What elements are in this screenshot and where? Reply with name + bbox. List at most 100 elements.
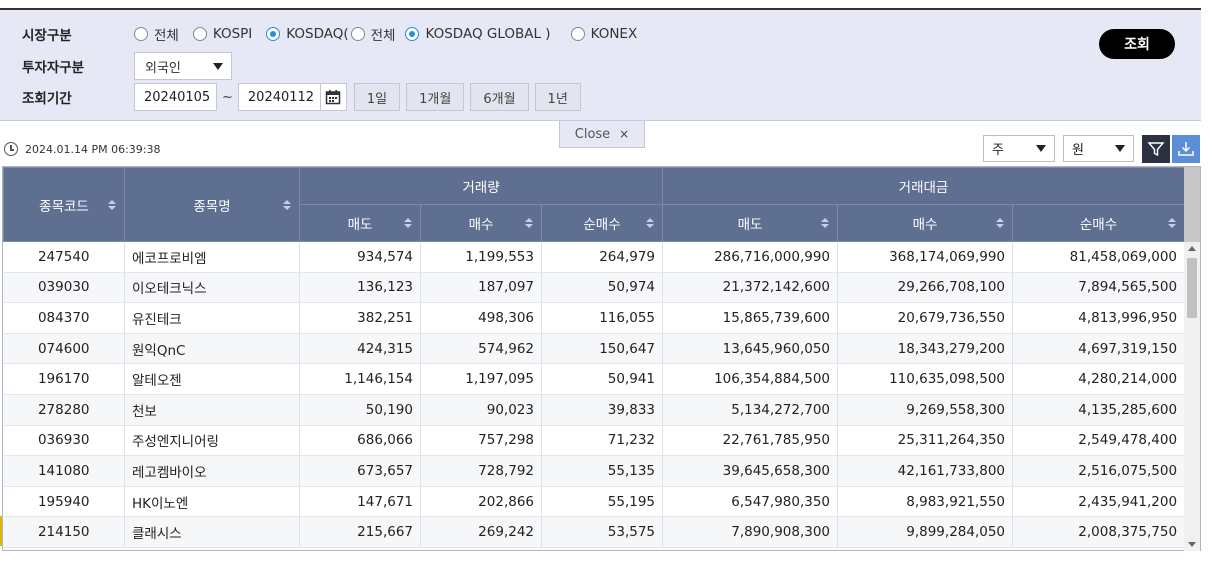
header-vol-buy-label: 매수: [468, 217, 494, 233]
header-vol-sell[interactable]: 매도: [299, 204, 421, 242]
cell-vol-sell: 686,066: [299, 425, 421, 457]
radio-kosdaq-global[interactable]: KOSDAQ GLOBAL ): [405, 26, 551, 42]
timestamp: 2024.01.14 PM 06:39:38: [4, 142, 161, 156]
header-amt-sell-label: 매도: [737, 217, 763, 233]
cell-amt-buy: 110,635,098,500: [837, 363, 1014, 395]
table-row[interactable]: 196170 알테오젠 1,146,154 1,197,095 50,941 1…: [3, 363, 1186, 395]
cell-vol-sell: 934,574: [299, 241, 421, 273]
data-table-container: 종목코드 종목명 거래량 거래대금 매도 매수 순매수 매도 매수 순매수 24…: [2, 166, 1201, 551]
cell-amt-sell: 6,547,980,350: [662, 486, 839, 518]
cell-vol-sell: 673,657: [299, 455, 421, 487]
currency-unit-select[interactable]: 원: [1063, 135, 1134, 162]
period-1month-button[interactable]: 1개월: [406, 83, 465, 111]
cell-vol-buy: 269,242: [420, 516, 542, 548]
sort-icon: [283, 199, 291, 210]
radio-icon: [134, 27, 148, 41]
header-code[interactable]: 종목코드: [3, 167, 125, 242]
cell-vol-net: 71,232: [541, 425, 664, 457]
radio-market-kosdaq[interactable]: KOSDAQ(: [266, 26, 349, 42]
period-1day-button[interactable]: 1일: [353, 83, 401, 111]
left-edge-accent: [0, 516, 2, 546]
start-date-input[interactable]: 20240105: [134, 83, 217, 111]
period-unit-select[interactable]: 주: [983, 135, 1055, 162]
cell-vol-buy: 1,199,553: [420, 241, 542, 273]
cell-vol-sell: 424,315: [299, 333, 421, 365]
header-vol-net-label: 순매수: [583, 217, 621, 233]
radio-label: KOSPI: [212, 26, 253, 42]
cell-vol-sell: 147,671: [299, 486, 421, 518]
investor-select-value: 외국인: [145, 60, 181, 76]
table-row[interactable]: 036930 주성엔지니어링 686,066 757,298 71,232 22…: [3, 425, 1186, 457]
radio-market-konex[interactable]: KONEX: [570, 26, 638, 42]
cell-name: 알테오젠: [124, 363, 300, 395]
scroll-down-icon[interactable]: [1188, 542, 1196, 547]
download-button[interactable]: [1172, 135, 1200, 163]
table-row[interactable]: 278280 천보 50,190 90,023 39,833 5,134,272…: [3, 394, 1186, 426]
header-name-label: 종목명: [193, 198, 231, 215]
table-row[interactable]: 039030 이오테크닉스 136,123 187,097 50,974 21,…: [3, 272, 1186, 304]
cell-name: 유진테크: [124, 302, 300, 334]
radio-market-kospi[interactable]: KOSPI: [192, 26, 253, 42]
table-row[interactable]: 074600 원익QnC 424,315 574,962 150,647 13,…: [3, 333, 1186, 365]
cell-vol-net: 150,647: [541, 333, 664, 365]
header-amt-buy-label: 매수: [912, 217, 938, 233]
header-amt-sell[interactable]: 매도: [662, 204, 839, 242]
close-label: Close: [574, 126, 611, 142]
radio-label: KOSDAQ(: [286, 26, 349, 42]
radio-label: KONEX: [590, 26, 638, 42]
cell-vol-buy: 574,962: [420, 333, 542, 365]
radio-label: KOSDAQ GLOBAL ): [425, 26, 551, 42]
vertical-scrollbar[interactable]: [1184, 242, 1200, 551]
header-amt-net[interactable]: 순매수: [1012, 204, 1186, 242]
filter-button[interactable]: [1142, 135, 1170, 163]
cell-vol-buy: 498,306: [420, 302, 542, 334]
cell-amt-buy: 42,161,733,800: [837, 455, 1014, 487]
table-row[interactable]: 141080 레고켐바이오 673,657 728,792 55,135 39,…: [3, 455, 1186, 487]
period-1year-button[interactable]: 1년: [534, 83, 581, 111]
cell-amt-net: 81,458,069,000: [1012, 241, 1186, 273]
cell-code: 141080: [3, 455, 125, 487]
header-vol-sell-label: 매도: [347, 217, 373, 233]
table-row[interactable]: 195940 HK이노엔 147,671 202,866 55,195 6,54…: [3, 486, 1186, 518]
table-row[interactable]: 247540 에코프로비엠 934,574 1,199,553 264,979 …: [3, 241, 1186, 273]
period-6month-button[interactable]: 6개월: [470, 83, 529, 111]
data-table: 종목코드 종목명 거래량 거래대금 매도 매수 순매수 매도 매수 순매수 24…: [3, 167, 1186, 548]
filter-icon: [1147, 142, 1165, 157]
close-icon: ×: [619, 127, 630, 141]
cell-amt-net: 4,135,285,600: [1012, 394, 1186, 426]
end-date-input[interactable]: 20240112: [237, 83, 321, 111]
radio-icon: [192, 27, 207, 41]
header-volume-group: 거래량: [298, 167, 664, 205]
cell-amt-sell: 22,761,785,950: [662, 425, 839, 457]
calendar-button[interactable]: [320, 83, 347, 111]
cell-vol-net: 50,974: [541, 272, 664, 304]
radio-label: 전체: [370, 28, 396, 44]
download-icon: [1178, 142, 1194, 156]
cell-amt-buy: 25,311,264,350: [837, 425, 1014, 457]
scroll-thumb[interactable]: [1187, 258, 1197, 318]
table-row[interactable]: 084370 유진테크 382,251 498,306 116,055 15,8…: [3, 302, 1186, 334]
cell-amt-buy: 29,266,708,100: [837, 272, 1014, 304]
search-button[interactable]: 조회: [1099, 29, 1175, 59]
radio-market-all[interactable]: 전체: [134, 24, 179, 44]
radio-kosdaq-all[interactable]: 전체: [350, 24, 396, 44]
table-row[interactable]: 214150 클래시스 215,667 269,242 53,575 7,890…: [3, 516, 1186, 548]
market-label: 시장구분: [22, 28, 72, 44]
cell-code: 278280: [3, 394, 125, 426]
cell-vol-net: 55,135: [541, 455, 664, 487]
cell-code: 039030: [3, 272, 125, 304]
header-amt-buy[interactable]: 매수: [837, 204, 1014, 242]
header-name[interactable]: 종목명: [124, 167, 300, 242]
sort-icon: [404, 218, 412, 228]
header-amount-group: 거래대금: [662, 167, 1186, 205]
header-vol-net[interactable]: 순매수: [540, 204, 664, 242]
cell-code: 036930: [3, 425, 125, 457]
currency-unit-value: 원: [1072, 143, 1084, 158]
close-panel-button[interactable]: Close ×: [559, 121, 645, 148]
cell-code: 247540: [3, 241, 125, 273]
scroll-up-icon[interactable]: [1188, 246, 1196, 251]
header-vol-buy[interactable]: 매수: [420, 204, 542, 242]
cell-name: 원익QnC: [124, 333, 300, 365]
cell-vol-buy: 187,097: [420, 272, 542, 304]
investor-select[interactable]: 외국인: [134, 52, 232, 80]
